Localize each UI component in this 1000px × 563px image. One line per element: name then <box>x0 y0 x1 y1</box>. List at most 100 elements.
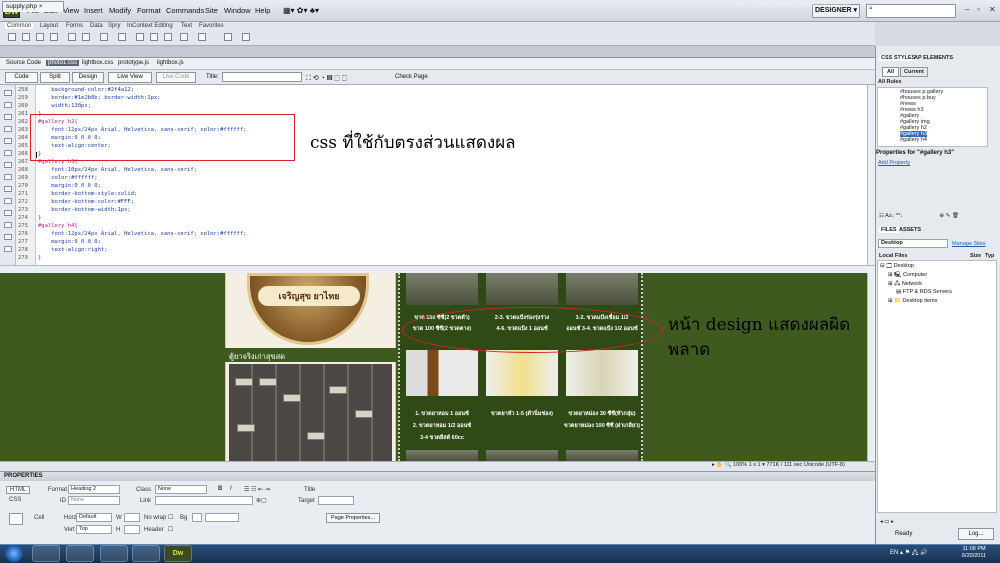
image-icon[interactable] <box>100 33 108 41</box>
files-hscrollbar[interactable]: ◂ ▭ ▸ <box>880 519 894 525</box>
word-wrap-icon[interactable] <box>4 198 12 204</box>
log-button[interactable]: Log... <box>958 528 994 540</box>
code-line[interactable]: text-align:right; <box>38 247 107 253</box>
layout-icon[interactable]: ▦▾ ✿▾ ♣▾ <box>283 6 319 15</box>
script-icon[interactable] <box>198 33 206 41</box>
insert-tab-incontext[interactable]: InContext Editing <box>127 23 173 29</box>
menu-modify[interactable]: Modify <box>109 6 131 15</box>
server-include-icon[interactable] <box>150 33 158 41</box>
code-editor[interactable]: background-color:#2f4a12; border:#1e2b0b… <box>36 85 867 265</box>
code-line[interactable]: border-bottom-style:solid; <box>38 191 137 197</box>
templates-icon[interactable] <box>224 33 232 41</box>
code-line[interactable]: border-bottom-width:1px; <box>38 207 130 213</box>
select-tool-icon[interactable]: ▸ ✋ 🔍 <box>712 462 732 468</box>
css-rule[interactable]: #gallery h4 <box>900 137 927 143</box>
tab-supply-php[interactable]: supply.php × <box>2 1 64 12</box>
wrap-tag-icon[interactable] <box>4 234 12 240</box>
tree-node-network[interactable]: ⊞ 🖧 Network <box>888 280 922 289</box>
media-icon[interactable] <box>118 33 126 41</box>
clock[interactable]: 11:08 PM 6/20/2011 <box>962 546 986 560</box>
window-size[interactable]: 1 x 1 ▾ <box>749 462 765 468</box>
current-mode-button[interactable]: Current <box>900 67 928 77</box>
code-line[interactable]: } <box>38 215 41 221</box>
anchor-icon[interactable] <box>36 33 44 41</box>
select-parent-tag-icon[interactable] <box>4 138 12 144</box>
type-column-header[interactable]: Typ <box>985 253 994 259</box>
id-select[interactable]: None <box>68 496 120 505</box>
menu-site[interactable]: Site <box>205 6 218 15</box>
code-line[interactable]: border-bottom-color:#FFF; <box>38 199 134 205</box>
hyperlink-icon[interactable] <box>8 33 16 41</box>
title-input[interactable] <box>222 72 302 82</box>
close-icon[interactable]: ✕ <box>989 5 996 14</box>
highlight-invalid-icon[interactable] <box>4 174 12 180</box>
tree-node-ftp[interactable]: ▤ FTP & RDS Servers <box>896 289 952 295</box>
bg-color-input[interactable] <box>205 513 239 522</box>
size-column-header[interactable]: Size <box>970 253 981 259</box>
tag-chooser-icon[interactable] <box>242 33 250 41</box>
search-input[interactable]: ⌕ <box>866 4 956 18</box>
start-button[interactable] <box>5 545 23 562</box>
comment-icon[interactable] <box>164 33 172 41</box>
related-photo1-css[interactable]: photo1.css <box>46 60 80 66</box>
dreamweaver-taskbar-button[interactable]: Dw <box>164 545 192 562</box>
check-page-button[interactable]: Check Page <box>395 74 428 80</box>
recent-snippets-icon[interactable] <box>4 246 12 252</box>
paint-icon[interactable] <box>132 545 160 562</box>
tree-node-desktop-items[interactable]: ⊞ 📁 Desktop items <box>888 298 937 304</box>
date-icon[interactable] <box>136 33 144 41</box>
code-line[interactable]: color:#ffffff; <box>38 175 97 181</box>
merge-cells-icon[interactable] <box>9 513 23 525</box>
site-select[interactable]: Desktop <box>878 239 948 248</box>
menu-view[interactable]: View <box>63 6 79 15</box>
add-property-link[interactable]: Add Property <box>878 160 910 166</box>
code-line[interactable]: border:#1e2b0b; border-width:1px; <box>38 95 160 101</box>
zoom-level[interactable]: 100% <box>733 462 747 468</box>
bold-button[interactable]: B <box>218 486 222 492</box>
css-panel-toolbar-icons[interactable]: ☷ Az↓ **↓ ⊕ ✎ 🗑 <box>879 213 959 219</box>
language-indicator[interactable]: EN <box>890 550 898 556</box>
related-lightbox-js[interactable]: lightbox.js <box>157 60 184 66</box>
minimize-icon[interactable]: – <box>965 5 969 14</box>
manage-sites-link[interactable]: Manage Sites <box>952 241 986 247</box>
properties-header[interactable] <box>0 471 875 481</box>
menu-help[interactable]: Help <box>255 6 270 15</box>
class-select[interactable]: None <box>155 485 207 494</box>
html-mode-button[interactable]: HTML <box>6 486 31 494</box>
tree-node-computer[interactable]: ⊞ 🖳 Computer <box>888 271 927 280</box>
live-view-button[interactable]: Live View <box>108 72 152 83</box>
expand-all-icon[interactable] <box>4 126 12 132</box>
remove-comment-icon[interactable] <box>4 222 12 228</box>
head-icon[interactable] <box>180 33 188 41</box>
italic-button[interactable]: I <box>230 486 232 492</box>
width-input[interactable] <box>124 513 140 522</box>
link-input[interactable] <box>155 496 253 505</box>
open-documents-icon[interactable] <box>4 90 12 96</box>
point-to-file-icon[interactable]: ⊕▢ <box>256 497 267 504</box>
vert-select[interactable]: Top <box>76 525 112 534</box>
format-select[interactable]: Heading 2 <box>68 485 120 494</box>
tab-ap-elements[interactable]: AP ELEMENTS <box>914 55 953 61</box>
code-line[interactable]: font:10px/24px Arial, Helvetica, sans-se… <box>38 167 197 173</box>
bg-color-swatch[interactable] <box>192 513 202 522</box>
apply-comment-icon[interactable] <box>4 210 12 216</box>
code-horizontal-scrollbar[interactable] <box>0 265 875 273</box>
insert-tab-data[interactable]: Data <box>90 23 103 29</box>
restore-icon[interactable]: ▫ <box>977 5 980 14</box>
insert-tab-favorites[interactable]: Favorites <box>199 23 224 29</box>
ie-icon[interactable] <box>32 545 60 562</box>
design-view-button[interactable]: Design <box>72 72 104 83</box>
menu-window[interactable]: Window <box>224 6 251 15</box>
horz-select[interactable]: Default <box>76 513 112 522</box>
table-icon[interactable] <box>68 33 76 41</box>
code-line[interactable]: #gallery h4{ <box>38 223 78 229</box>
list-icons[interactable]: ☰ ☷ ⇤ ⇥ <box>244 486 270 493</box>
syntax-error-icon[interactable] <box>4 186 12 192</box>
toolbar-icons[interactable]: ⛶ ⟲ ◔ ▤ ⬚ ⬚ <box>306 74 347 83</box>
insert-tab-spry[interactable]: Spry <box>108 23 120 29</box>
related-lightbox-css[interactable]: lightbox.css <box>82 60 113 66</box>
email-link-icon[interactable] <box>22 33 30 41</box>
all-mode-button[interactable]: All <box>882 67 900 77</box>
menu-commands[interactable]: Commands <box>166 6 204 15</box>
code-line[interactable]: font:12px/24px Arial, Helvetica, sans-se… <box>38 231 246 237</box>
